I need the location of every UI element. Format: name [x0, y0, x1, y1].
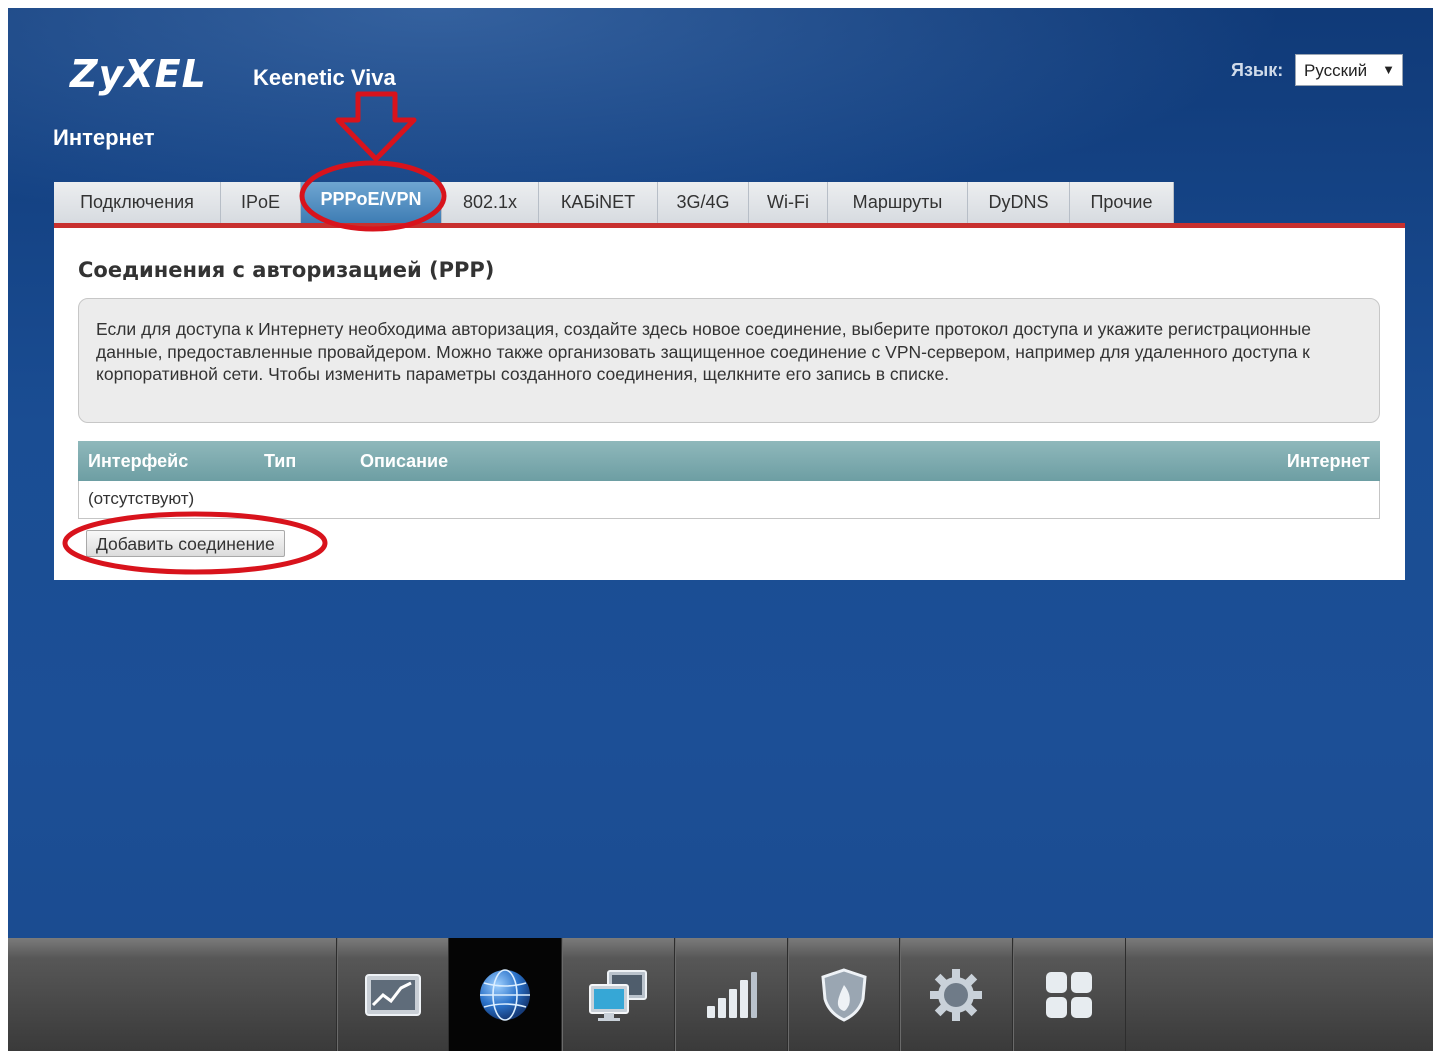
dock-item-monitor[interactable]	[336, 938, 449, 1051]
dock-item-apps[interactable]	[1012, 938, 1126, 1051]
tab-pppoe-vpn[interactable]: PPPoE/VPN	[301, 182, 442, 223]
bottom-dock	[8, 938, 1433, 1051]
dock-item-wifi[interactable]	[674, 938, 787, 1051]
language-label: Язык:	[1231, 60, 1284, 80]
page-title: Интернет	[53, 125, 155, 150]
column-internet[interactable]: Интернет	[1287, 451, 1370, 472]
table-header: Интерфейс Тип Описание Интернет	[78, 441, 1380, 481]
tab-bar: Подключения IPoE PPPoE/VPN 802.1x КАБiNE…	[54, 182, 1174, 223]
gear-icon	[930, 968, 982, 1021]
column-description[interactable]: Описание	[360, 451, 448, 472]
globe-icon	[480, 968, 530, 1021]
content-panel: Соединения с авторизацией (PPP) Если для…	[54, 228, 1405, 580]
empty-text: (отсутствуют)	[88, 489, 195, 508]
dock-item-internet[interactable]	[448, 938, 561, 1051]
info-text: Если для доступа к Интернету необходима …	[96, 319, 1312, 384]
tab-ipoe[interactable]: IPoE	[221, 182, 301, 223]
apps-grid-icon	[1046, 971, 1092, 1018]
tab-wifi[interactable]: Wi-Fi	[749, 182, 828, 223]
tab-3g4g[interactable]: 3G/4G	[658, 182, 749, 223]
dock-item-security[interactable]	[787, 938, 900, 1051]
tab-other[interactable]: Прочие	[1070, 182, 1174, 223]
add-connection-button[interactable]: Добавить соединение	[86, 530, 285, 557]
connections-table: Интерфейс Тип Описание Интернет (отсутст…	[78, 441, 1380, 519]
dropdown-arrow-icon: ▼	[1382, 62, 1395, 77]
language-value: Русский	[1304, 61, 1368, 80]
router-admin-window: ZyXEL Keenetic Viva Интернет Язык: Русск…	[8, 8, 1433, 1051]
tab-kabinet[interactable]: КАБiNET	[539, 182, 658, 223]
dock-item-system[interactable]	[899, 938, 1012, 1051]
tab-8021x[interactable]: 802.1x	[442, 182, 539, 223]
model-name: Keenetic Viva	[253, 65, 396, 90]
dock-item-home-network[interactable]	[561, 938, 674, 1051]
tab-routes[interactable]: Маршруты	[828, 182, 968, 223]
shield-icon	[821, 967, 867, 1022]
tab-dydns[interactable]: DyDNS	[968, 182, 1070, 223]
annotation-arrow-icon	[335, 91, 417, 162]
column-interface[interactable]: Интерфейс	[88, 451, 188, 472]
zyxel-logo: ZyXEL	[70, 52, 207, 96]
monitor-chart-icon	[365, 973, 421, 1016]
table-empty-row: (отсутствуют)	[78, 481, 1380, 519]
tab-connections[interactable]: Подключения	[54, 182, 221, 223]
info-box: Если для доступа к Интернету необходима …	[78, 298, 1380, 423]
section-title: Соединения с авторизацией (PPP)	[78, 258, 495, 282]
network-computers-icon	[589, 969, 647, 1021]
language-select[interactable]: Русский ▼	[1295, 54, 1403, 86]
column-type[interactable]: Тип	[264, 451, 296, 472]
signal-bars-icon	[707, 971, 757, 1018]
